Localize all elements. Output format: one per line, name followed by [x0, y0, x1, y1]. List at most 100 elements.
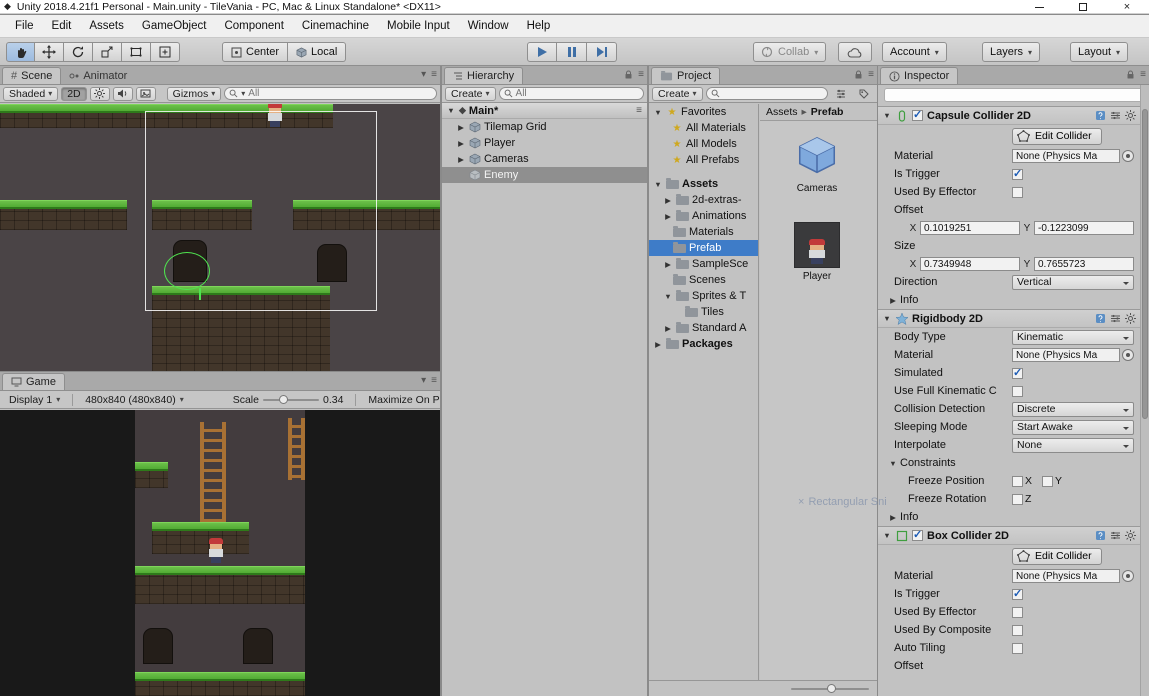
scene-panel-dropdown-icon[interactable]: ▾: [421, 69, 426, 80]
folder-standard-assets[interactable]: ▶ Standard A: [649, 320, 758, 336]
asset-item-cameras[interactable]: Cameras: [772, 134, 862, 194]
maximize-button[interactable]: [1061, 0, 1105, 14]
rigidbody-info-foldout[interactable]: ▶ Info: [878, 508, 1140, 526]
capsule-offset-y-field[interactable]: -0.1223099: [1034, 221, 1134, 235]
capsule-size-x-field[interactable]: 0.7349948: [920, 257, 1020, 271]
capsule-edit-collider-button[interactable]: Edit Collider: [1012, 128, 1102, 145]
presets-icon[interactable]: [1110, 530, 1121, 541]
help-icon[interactable]: [1095, 110, 1106, 121]
box-used-by-composite-checkbox[interactable]: [1012, 625, 1023, 636]
folder-materials[interactable]: Materials: [649, 224, 758, 240]
hierarchy-panel-menu-icon[interactable]: ≡: [638, 69, 644, 80]
gear-icon[interactable]: [1125, 110, 1136, 121]
thumbnail-size-slider[interactable]: [791, 688, 869, 690]
capsule-material-field[interactable]: None (Physics Ma: [1012, 149, 1120, 163]
gizmos-dropdown[interactable]: Gizmos ▾: [167, 87, 222, 101]
breadcrumb-root[interactable]: Assets: [766, 106, 798, 118]
pause-button[interactable]: [557, 42, 587, 62]
capsule-collider-header[interactable]: ▼ Capsule Collider 2D: [878, 106, 1140, 125]
packages-root[interactable]: ▶ Packages: [649, 336, 758, 352]
project-content-area[interactable]: Assets ▸ Prefab Cameras Player: [760, 104, 877, 680]
display-dropdown[interactable]: Display 1 ▾: [3, 394, 66, 406]
search-by-label-button[interactable]: [854, 87, 874, 101]
foldout-icon[interactable]: ▶: [663, 212, 673, 221]
box-is-trigger-checkbox[interactable]: [1012, 589, 1023, 600]
rotate-tool-button[interactable]: [64, 42, 93, 62]
hierarchy-search-input[interactable]: All: [499, 87, 644, 100]
mode-2d-toggle[interactable]: 2D: [61, 87, 86, 101]
freeze-position-x-checkbox[interactable]: [1012, 476, 1023, 487]
scale-slider[interactable]: [263, 399, 319, 401]
object-picker-icon[interactable]: [1122, 150, 1134, 162]
favorite-all-materials[interactable]: ★ All Materials: [649, 120, 758, 136]
layout-button[interactable]: Layout ▾: [1070, 42, 1128, 62]
game-panel-dropdown-icon[interactable]: ▾: [421, 375, 426, 386]
interpolate-dropdown[interactable]: None: [1012, 438, 1134, 453]
play-button[interactable]: [527, 42, 557, 62]
foldout-icon[interactable]: ▶: [456, 155, 466, 164]
hand-tool-button[interactable]: [6, 42, 35, 62]
help-icon[interactable]: [1095, 530, 1106, 541]
minimize-button[interactable]: [1017, 0, 1061, 14]
space-mode-button[interactable]: Local: [288, 42, 346, 62]
menu-edit[interactable]: Edit: [43, 20, 81, 32]
hierarchy-item-tilemap-grid[interactable]: ▶ Tilemap Grid: [442, 119, 647, 135]
close-button[interactable]: ×: [1105, 0, 1149, 14]
box-collider-header[interactable]: ▼ Box Collider 2D: [878, 526, 1140, 545]
lighting-toggle[interactable]: [90, 87, 110, 101]
folder-animations[interactable]: ▶ Animations: [649, 208, 758, 224]
object-picker-icon[interactable]: [1122, 570, 1134, 582]
rect-tool-button[interactable]: [122, 42, 151, 62]
presets-icon[interactable]: [1110, 110, 1121, 121]
foldout-icon[interactable]: ▶: [456, 139, 466, 148]
foldout-icon[interactable]: ▶: [663, 324, 673, 333]
foldout-icon[interactable]: ▶: [663, 196, 673, 205]
use-full-kinematic-checkbox[interactable]: [1012, 386, 1023, 397]
project-search-input[interactable]: [706, 87, 828, 100]
scale-slider-thumb[interactable]: [279, 395, 288, 404]
foldout-icon[interactable]: ▼: [653, 108, 663, 117]
foldout-icon[interactable]: ▶: [456, 123, 466, 132]
box-auto-tiling-checkbox[interactable]: [1012, 643, 1023, 654]
box-used-by-effector-checkbox[interactable]: [1012, 607, 1023, 618]
collision-detection-dropdown[interactable]: Discrete: [1012, 402, 1134, 417]
collab-button[interactable]: Collab ▾: [753, 42, 826, 62]
inspector-scrollbar-thumb[interactable]: [1142, 109, 1148, 419]
box-collider-enabled-checkbox[interactable]: [912, 530, 923, 541]
hierarchy-item-player[interactable]: ▶ Player: [442, 135, 647, 151]
constraints-foldout[interactable]: ▼ Constraints: [878, 454, 1140, 472]
thumbnail-size-slider-thumb[interactable]: [827, 684, 836, 693]
tab-scene[interactable]: # Scene: [2, 67, 61, 84]
foldout-icon[interactable]: ▶: [663, 260, 673, 269]
freeze-position-y-checkbox[interactable]: [1042, 476, 1053, 487]
foldout-icon[interactable]: ▶: [653, 340, 663, 349]
menu-help[interactable]: Help: [518, 20, 560, 32]
assets-root[interactable]: ▼ Assets: [649, 176, 758, 192]
hierarchy-item-enemy[interactable]: Enemy: [442, 167, 647, 183]
shading-mode-dropdown[interactable]: Shaded ▾: [3, 87, 58, 101]
capsule-collider-enabled-checkbox[interactable]: [912, 110, 923, 121]
gear-icon[interactable]: [1125, 530, 1136, 541]
project-panel-menu-icon[interactable]: ≡: [868, 69, 874, 80]
tab-animator[interactable]: Animator: [61, 67, 135, 84]
sleeping-mode-dropdown[interactable]: Start Awake: [1012, 420, 1134, 435]
scene-row-menu-icon[interactable]: ≡: [636, 105, 642, 116]
folder-sprites[interactable]: ▼ Sprites & T: [649, 288, 758, 304]
menu-window[interactable]: Window: [459, 20, 518, 32]
rigidbody-material-field[interactable]: None (Physics Ma: [1012, 348, 1120, 362]
hierarchy-create-button[interactable]: Create ▾: [445, 87, 496, 101]
help-icon[interactable]: [1095, 313, 1106, 324]
simulated-checkbox[interactable]: [1012, 368, 1023, 379]
lock-icon[interactable]: [624, 70, 633, 80]
asset-item-player[interactable]: Player: [772, 222, 862, 282]
lock-icon[interactable]: [854, 70, 863, 80]
rigidbody-header[interactable]: ▼ Rigidbody 2D: [878, 309, 1140, 328]
menu-gameobject[interactable]: GameObject: [133, 20, 216, 32]
capsule-offset-x-field[interactable]: 0.1019251: [920, 221, 1020, 235]
step-button[interactable]: [587, 42, 617, 62]
favorite-all-prefabs[interactable]: ★ All Prefabs: [649, 152, 758, 168]
layers-button[interactable]: Layers ▾: [982, 42, 1040, 62]
box-edit-collider-button[interactable]: Edit Collider: [1012, 548, 1102, 565]
body-type-dropdown[interactable]: Kinematic: [1012, 330, 1134, 345]
lock-icon[interactable]: [1126, 70, 1135, 80]
